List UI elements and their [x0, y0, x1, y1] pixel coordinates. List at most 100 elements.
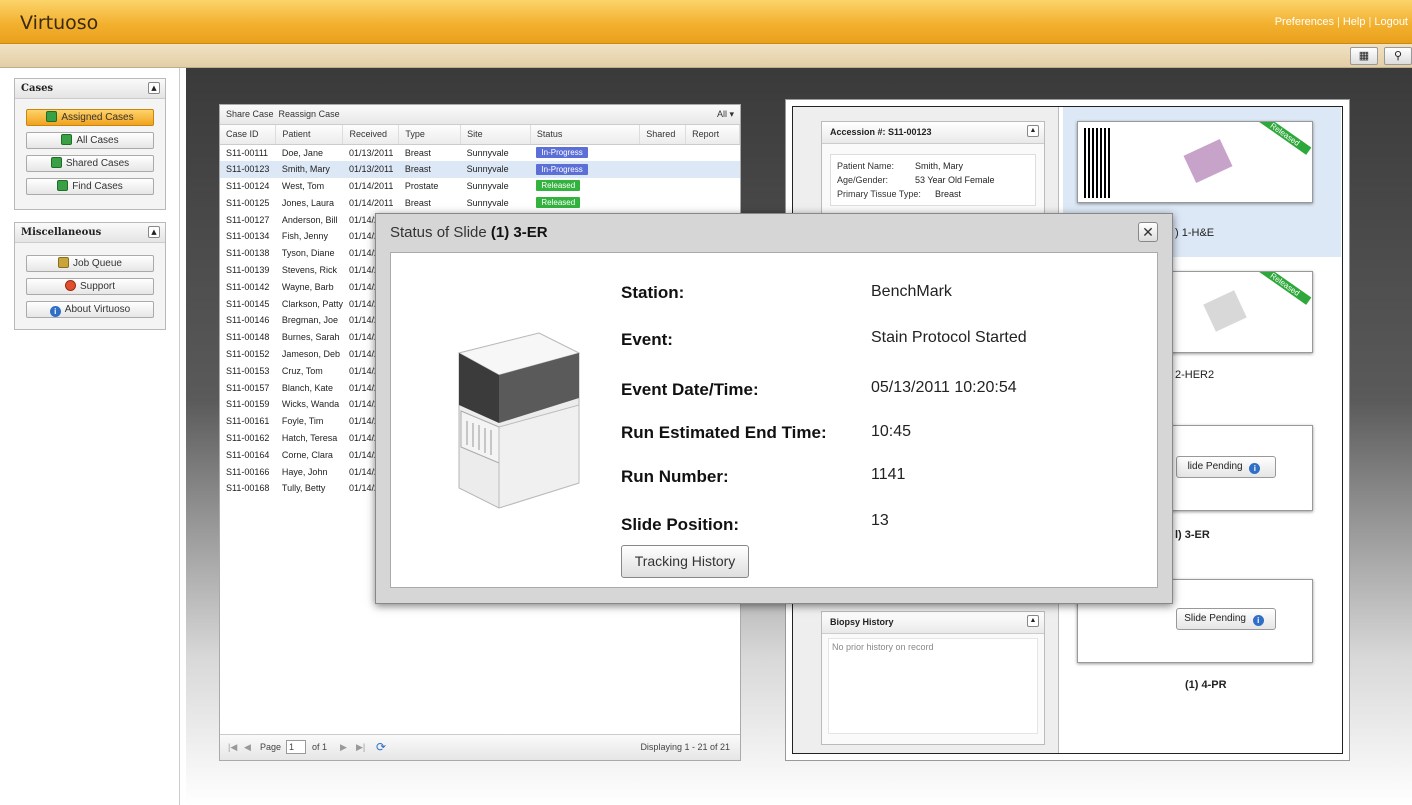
- table-row[interactable]: S11-00111 Doe, Jane 01/13/2011 Breast Sunnyv…: [220, 144, 740, 161]
- status-cell: Released: [530, 178, 639, 195]
- logout-link[interactable]: Logout: [1374, 16, 1408, 28]
- slide-label: (1) 4-PR: [1185, 679, 1227, 691]
- case-id-cell: S11-00145: [226, 298, 270, 309]
- tracking-history-button[interactable]: Tracking History: [621, 545, 749, 578]
- column-header[interactable]: Report: [685, 125, 740, 145]
- search-icon: ⚲: [1393, 50, 1403, 62]
- status-cell: In-Progress: [530, 160, 640, 178]
- status-badge: Released: [536, 197, 581, 209]
- shared-cell: [640, 178, 686, 195]
- grid-icon: ▦: [1358, 50, 1370, 62]
- case-id-cell: S11-00123: [220, 160, 276, 178]
- filter-dropdown[interactable]: All ▾: [717, 109, 734, 120]
- all-cases-button[interactable]: All Cases: [26, 132, 154, 149]
- shared-cases-button[interactable]: Shared Cases: [26, 155, 154, 172]
- page-input[interactable]: 1: [286, 740, 306, 754]
- collapse-biopsy-button[interactable]: ▲: [1027, 615, 1039, 627]
- left-sidebar: Cases ▲ Assigned Cases All Cases Shared …: [0, 68, 180, 805]
- status-badge: In-Progress: [536, 147, 588, 159]
- reassign-case-button[interactable]: Reassign Case: [279, 109, 340, 119]
- dialog-slide-name: (1) 3-ER: [490, 224, 548, 241]
- column-header[interactable]: Patient: [275, 125, 344, 145]
- type-cell: Breast: [404, 197, 431, 208]
- station-value: BenchMark: [871, 283, 952, 300]
- released-tag: Released: [1258, 122, 1312, 155]
- pagination-bar: |◀ ◀ Page 1 of 1 ▶ ▶| ⟳ Displaying 1 - 2…: [220, 734, 740, 760]
- about-button[interactable]: i About Virtuoso: [26, 301, 154, 318]
- slide-pending-button[interactable]: Slide Pending i: [1176, 608, 1276, 630]
- shared-cell: [640, 194, 686, 211]
- table-row[interactable]: S11-00124 West, Tom 01/14/2011 Prostate Sunn…: [220, 178, 740, 195]
- patient-cell: Haye, John: [281, 466, 328, 477]
- slide-position-label: Slide Position:: [621, 515, 740, 534]
- collapse-misc-button[interactable]: ▲: [148, 226, 160, 238]
- tissue-sample: [1203, 290, 1247, 332]
- patient-cell: Fish, Jenny: [281, 231, 328, 242]
- table-row[interactable]: S11-00123 Smith, Mary 01/13/2011 Breast Sunn…: [220, 160, 740, 178]
- last-page-icon[interactable]: ▶|: [356, 742, 365, 753]
- prev-page-icon[interactable]: ◀: [244, 742, 251, 753]
- close-icon: ✕: [1142, 224, 1154, 240]
- job-queue-button[interactable]: Job Queue: [26, 255, 154, 272]
- patient-cell: Smith, Mary: [275, 160, 343, 178]
- column-header[interactable]: Received: [342, 125, 400, 145]
- column-header[interactable]: Case ID: [220, 125, 277, 145]
- status-cell: In-Progress: [530, 144, 639, 161]
- help-link[interactable]: Help: [1343, 16, 1366, 28]
- refresh-icon[interactable]: ⟳: [376, 740, 386, 754]
- column-header[interactable]: Status: [530, 125, 641, 145]
- received-cell: 01/13/2011: [348, 147, 394, 158]
- patient-cell: Wicks, Wanda: [281, 399, 340, 410]
- app-title: Virtuoso: [20, 12, 99, 34]
- support-button[interactable]: Support: [26, 278, 154, 295]
- case-id-cell: S11-00146: [226, 315, 270, 326]
- next-page-icon[interactable]: ▶: [340, 742, 347, 753]
- collapse-accession-button[interactable]: ▲: [1027, 125, 1039, 137]
- age-gender-row: Age/Gender: 53 Year Old Female: [837, 175, 995, 185]
- tissue-sample: [1183, 138, 1233, 184]
- status-cell: Released: [530, 194, 639, 211]
- case-id-cell: S11-00166: [226, 466, 270, 477]
- column-header[interactable]: Type: [398, 125, 462, 145]
- site-cell: Sunnyvale: [466, 197, 509, 208]
- case-id-cell: S11-00153: [226, 365, 270, 376]
- case-icon: [46, 111, 58, 122]
- report-cell: [686, 144, 740, 161]
- event-datetime-label: Event Date/Time:: [621, 380, 759, 399]
- dialog-title: Status of Slide (1) 3-ER: [390, 224, 548, 241]
- received-cell: 01/13/2011: [342, 160, 399, 178]
- collapse-cases-button[interactable]: ▲: [148, 82, 160, 94]
- type-cell: Prostate: [404, 180, 439, 191]
- case-list-toolbar: Share Case Reassign Case All ▾: [220, 105, 740, 125]
- job-queue-icon: [58, 257, 70, 268]
- slide-label: 2-HER2: [1175, 369, 1215, 381]
- case-id-cell: S11-00139: [226, 264, 270, 275]
- search-button[interactable]: ⚲: [1384, 47, 1412, 65]
- case-id-cell: S11-00168: [226, 483, 270, 494]
- biopsy-empty-text: No prior history on record: [832, 642, 934, 652]
- find-cases-button[interactable]: Find Cases: [26, 178, 154, 195]
- column-header[interactable]: Shared: [639, 125, 687, 145]
- event-datetime-value: 05/13/2011 10:20:54: [871, 379, 1017, 396]
- grid-view-button[interactable]: ▦: [1350, 47, 1378, 65]
- share-case-button[interactable]: Share Case: [226, 109, 274, 119]
- patient-cell: Anderson, Bill: [281, 214, 338, 225]
- preferences-link[interactable]: Preferences: [1275, 16, 1334, 28]
- case-id-cell: S11-00142: [226, 281, 270, 292]
- column-header[interactable]: Site: [460, 125, 531, 145]
- first-page-icon[interactable]: |◀: [228, 742, 237, 753]
- table-row[interactable]: S11-00125 Jones, Laura 01/14/2011 Breast Sun…: [220, 194, 740, 211]
- slide-pending-button[interactable]: lide Pending i: [1176, 456, 1276, 478]
- biopsy-history-title: Biopsy History: [830, 617, 894, 627]
- patient-cell: Bregman, Joe: [281, 315, 338, 326]
- slide-status-dialog: Status of Slide (1) 3-ER ✕ Station: Benc…: [375, 213, 1173, 604]
- accession-header: Accession #: S11-00123 ▲: [822, 122, 1044, 144]
- patient-cell: Blanch, Kate: [281, 382, 333, 393]
- close-button[interactable]: ✕: [1138, 222, 1158, 242]
- cases-panel-title: Cases: [21, 83, 54, 94]
- slide-image: Released: [1077, 121, 1313, 203]
- site-cell: Sunnyvale: [460, 160, 531, 178]
- status-badge: Released: [536, 180, 581, 192]
- run-number-label: Run Number:: [621, 467, 729, 486]
- assigned-cases-button[interactable]: Assigned Cases: [26, 109, 154, 126]
